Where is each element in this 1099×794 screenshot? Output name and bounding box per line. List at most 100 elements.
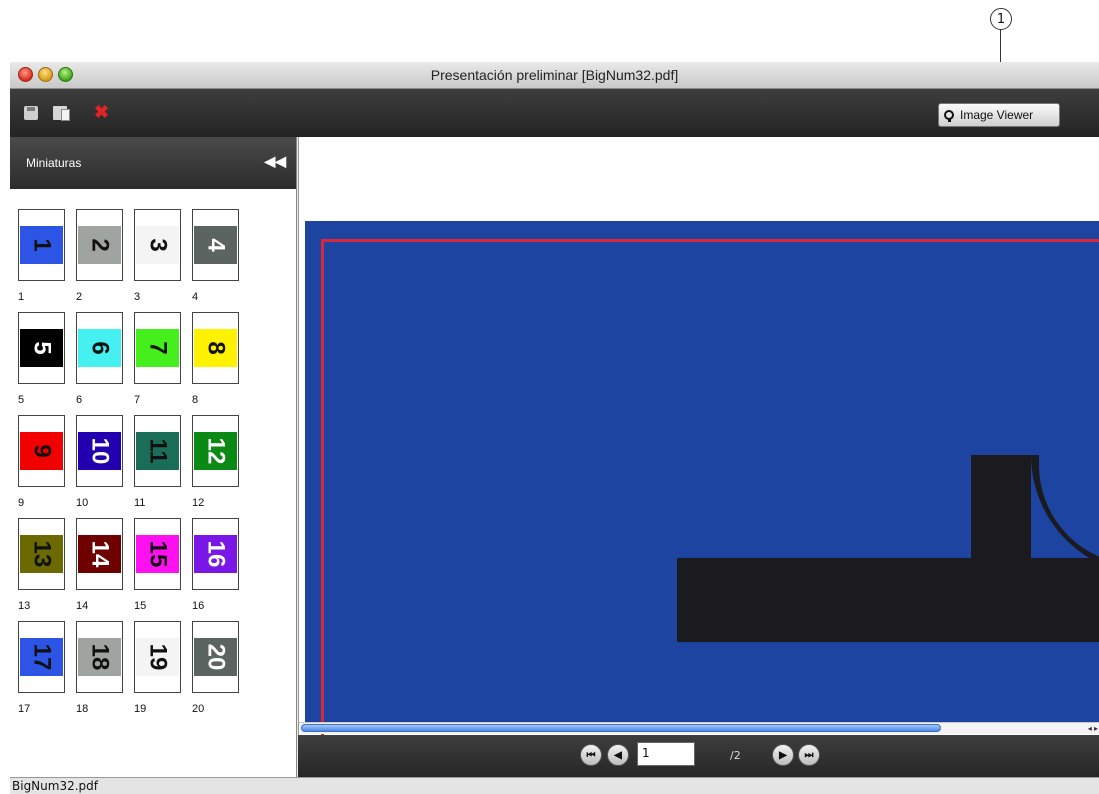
thumbnail-color-band: 20	[194, 638, 237, 676]
thumbnail-label: 9	[18, 497, 25, 509]
thumbnail-label: 6	[76, 394, 83, 406]
status-filename: BigNum32.pdf	[12, 779, 98, 793]
thumbnail[interactable]: 15 15	[134, 518, 181, 612]
thumbnail-color-band: 2	[78, 226, 121, 264]
thumbnail-number: 18	[86, 643, 114, 671]
close-icon[interactable]: ✖	[94, 101, 109, 123]
thumbnail-number: 8	[202, 341, 230, 355]
thumbnail-color-band: 16	[194, 535, 237, 573]
thumbnail-page: 3	[134, 209, 181, 281]
document-icon[interactable]	[53, 106, 70, 121]
thumbnail-label: 10	[76, 497, 89, 509]
thumbnail-page: 6	[76, 312, 123, 384]
thumbnail-number: 2	[86, 238, 114, 252]
thumbnail[interactable]: 11	[18, 209, 65, 303]
thumbnail[interactable]: 14 14	[76, 518, 123, 612]
thumbnail-label: 19	[134, 703, 147, 715]
scroll-arrows-icon[interactable]: ◂ ▸	[1088, 723, 1098, 734]
thumbnail-page: 13	[18, 518, 65, 590]
thumbnail[interactable]: 44	[192, 209, 239, 303]
thumbnail-label: 3	[134, 291, 141, 303]
previous-page-button[interactable]: ◀	[607, 744, 629, 766]
thumbnail-number: 13	[28, 540, 56, 568]
thumbnail[interactable]: 17 17	[18, 621, 65, 715]
thumbnail[interactable]: 66	[76, 312, 123, 406]
thumbnail-page: 12	[192, 415, 239, 487]
thumbnail-color-band: 14	[78, 535, 121, 573]
thumbnail-label: 1	[18, 291, 25, 303]
image-viewer-button[interactable]: Image Viewer	[938, 103, 1060, 127]
thumbnail-page: 10	[76, 415, 123, 487]
thumbnail-page: 19	[134, 621, 181, 693]
thumbnail-label: 14	[76, 600, 89, 612]
page-number-input[interactable]: 1	[637, 742, 695, 766]
thumbnail-number: 5	[28, 341, 56, 355]
thumbnail-number: 16	[202, 540, 230, 568]
thumbnail-number: 7	[144, 341, 172, 355]
thumbnail-label: 18	[76, 703, 89, 715]
image-viewer-icon	[944, 110, 954, 122]
thumbnail-page: 15	[134, 518, 181, 590]
scrollbar-thumb[interactable]	[301, 724, 941, 732]
thumbnail[interactable]: 12 12	[192, 415, 239, 509]
thumbnail-color-band: 4	[194, 226, 237, 264]
thumbnail-page: 11	[134, 415, 181, 487]
first-page-button[interactable]: ⏮	[580, 744, 602, 766]
thumbnail[interactable]: 19 19	[134, 621, 181, 715]
thumbnail[interactable]: 77	[134, 312, 181, 406]
callout-number: 1	[990, 8, 1012, 30]
thumbnail-number: 10	[86, 437, 114, 465]
thumbnail-number: 3	[144, 238, 172, 252]
status-bar: BigNum32.pdf	[10, 777, 1099, 794]
thumbnail[interactable]: 18 18	[76, 621, 123, 715]
page-navigation: ⏮ ◀ 1 /2 ▶ ⏭	[298, 735, 1099, 777]
thumbnail[interactable]: 10 10	[76, 415, 123, 509]
thumbnail[interactable]: 13 13	[18, 518, 65, 612]
thumbnail-label: 16	[192, 600, 205, 612]
thumbnail-number: 1	[28, 238, 56, 252]
thumbnail-label: 20	[192, 703, 205, 715]
thumbnail-number: 20	[202, 643, 230, 671]
thumbnail[interactable]: 11 11	[134, 415, 181, 509]
collapse-sidebar-icon[interactable]: ◀◀	[264, 153, 286, 170]
horizontal-scrollbar[interactable]: ◂ ▸	[299, 722, 1099, 734]
next-page-button[interactable]: ▶	[772, 744, 794, 766]
thumbnail-number: 15	[144, 540, 172, 568]
thumbnail-label: 7	[134, 394, 141, 406]
thumbnail-color-band: 7	[136, 329, 179, 367]
digit-shape-stem	[971, 455, 1031, 565]
thumbnail[interactable]: 22	[76, 209, 123, 303]
thumbnail-color-band: 11	[136, 432, 179, 470]
last-page-button[interactable]: ⏭	[798, 744, 820, 766]
thumbnail-label: 17	[18, 703, 31, 715]
thumbnail-number: 17	[28, 643, 56, 671]
thumbnail-color-band: 17	[20, 638, 63, 676]
image-viewer-label: Image Viewer	[960, 108, 1034, 122]
thumbnail-label: 12	[192, 497, 205, 509]
thumbnail[interactable]: 88	[192, 312, 239, 406]
thumbnail-page: 17	[18, 621, 65, 693]
thumbnail-color-band: 6	[78, 329, 121, 367]
thumbnail-color-band: 15	[136, 535, 179, 573]
thumbnail-color-band: 1	[20, 226, 63, 264]
thumbnail-label: 2	[76, 291, 83, 303]
page-preview[interactable]: ◂ ▸	[298, 137, 1099, 735]
thumbnail-number: 12	[202, 437, 230, 465]
thumbnail-label: 15	[134, 600, 147, 612]
thumbnail-number: 4	[202, 238, 230, 252]
title-bar[interactable]: Presentación preliminar [BigNum32.pdf]	[10, 62, 1099, 89]
sidebar-title: Miniaturas	[26, 156, 82, 170]
thumbnail[interactable]: 55	[18, 312, 65, 406]
thumbnail[interactable]: 99	[18, 415, 65, 509]
thumbnail-page: 20	[192, 621, 239, 693]
thumbnail-label: 8	[192, 394, 199, 406]
save-icon[interactable]	[24, 106, 38, 120]
thumbnails-sidebar: Miniaturas ◀◀ 1 1 2 2 3 3 4 4 5 5 6 6 7 7 8 8 9 9 10 10 11 11…	[10, 137, 297, 777]
preview-page	[305, 221, 1099, 735]
thumbnail-label: 13	[18, 600, 31, 612]
thumbnail[interactable]: 16 16	[192, 518, 239, 612]
thumbnail-color-band: 12	[194, 432, 237, 470]
thumbnail[interactable]: 33	[134, 209, 181, 303]
thumbnail-color-band: 8	[194, 329, 237, 367]
thumbnail[interactable]: 20 20	[192, 621, 239, 715]
